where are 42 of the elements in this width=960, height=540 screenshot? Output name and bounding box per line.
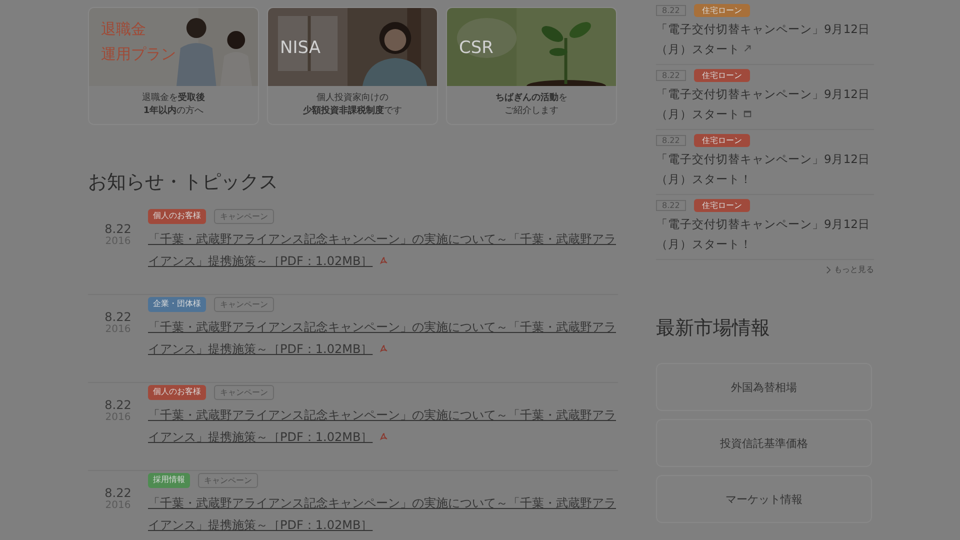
news-link[interactable]: 「千葉・武蔵野アライアンス記念キャンペーン」の実施について～「千葉・武蔵野アライアンス」提携施策～［PDF：1.02MB］ [148,316,618,360]
promo-card[interactable]: NISA 個人投資家向けの 少額投資非課税制度です [267,7,438,125]
card-caption: 1年以内の方へ [143,104,204,118]
category-tag: 住宅ローン [694,69,750,82]
promo-card[interactable]: CSR ちばぎんの活動を ご紹介します [446,7,617,125]
news-link[interactable]: 「電子交付切替キャンペーン」9月12日（月）スタート [656,84,874,124]
category-tag: 個人のお客様 [148,209,206,224]
card-caption: 退職金を受取後 [142,92,205,105]
news-date: 8.22 [104,310,132,324]
category-tag: 住宅ローン [694,134,750,147]
category-tag: 個人のお客様 [148,385,206,400]
card-caption: 個人投資家向けの [316,92,388,105]
promo-card[interactable]: 退職金 運用プラン 退職金を受取後 1年以内の方へ [88,7,259,125]
news-link[interactable]: 「千葉・武蔵野アライアンス記念キャンペーン」の実施について～「千葉・武蔵野アライアンス」提携施策～［PDF：1.02MB］ [148,228,618,272]
news-link[interactable]: 「電子交付切替キャンペーン」9月12日（月）スタート！ [656,214,874,254]
card-title: NISA [280,38,320,58]
card-title: CSR [459,38,494,58]
news-date: 8.22 [104,398,132,412]
category-tag: 採用情報 [148,473,190,488]
section-heading: 最新市場情報 [656,316,771,341]
card-caption: ご紹介します [504,104,558,118]
market-button[interactable]: 投資信託基準価格 [656,419,872,467]
news-link[interactable]: 「千葉・武蔵野アライアンス記念キャンペーン」の実施について～「千葉・武蔵野アライアンス」提携施策～［PDF：1.02MB］ [148,492,618,536]
news-link[interactable]: 「電子交付切替キャンペーン」9月12日（月）スタート！ [656,149,874,189]
section-heading: お知らせ・トピックス [88,170,279,195]
news-link[interactable]: 「電子交付切替キャンペーン」9月12日（月）スタート [656,19,874,59]
card-caption: 少額投資非課税制度です [303,104,402,118]
card-caption: ちばぎんの活動を [496,92,568,105]
news-date: 8.22 [104,486,132,500]
category-tag: 住宅ローン [694,4,750,17]
market-button[interactable]: マーケット情報 [656,475,872,523]
news-date: 8.22 [104,222,132,236]
arrow-icon [743,44,752,53]
category-tag: 住宅ローン [694,199,750,212]
card-title: 退職金 [101,20,147,39]
window-icon [743,109,752,118]
market-button[interactable]: 外国為替相場 [656,363,872,411]
news-link[interactable]: 「千葉・武蔵野アライアンス記念キャンペーン」の実施について～「千葉・武蔵野アライアンス」提携施策～［PDF：1.02MB］ [148,404,618,448]
more-link[interactable]: もっと見る [826,264,874,275]
card-title: 運用プラン [101,45,176,64]
chevron-icon [826,266,831,274]
category-tag: 企業・団体様 [148,297,206,312]
